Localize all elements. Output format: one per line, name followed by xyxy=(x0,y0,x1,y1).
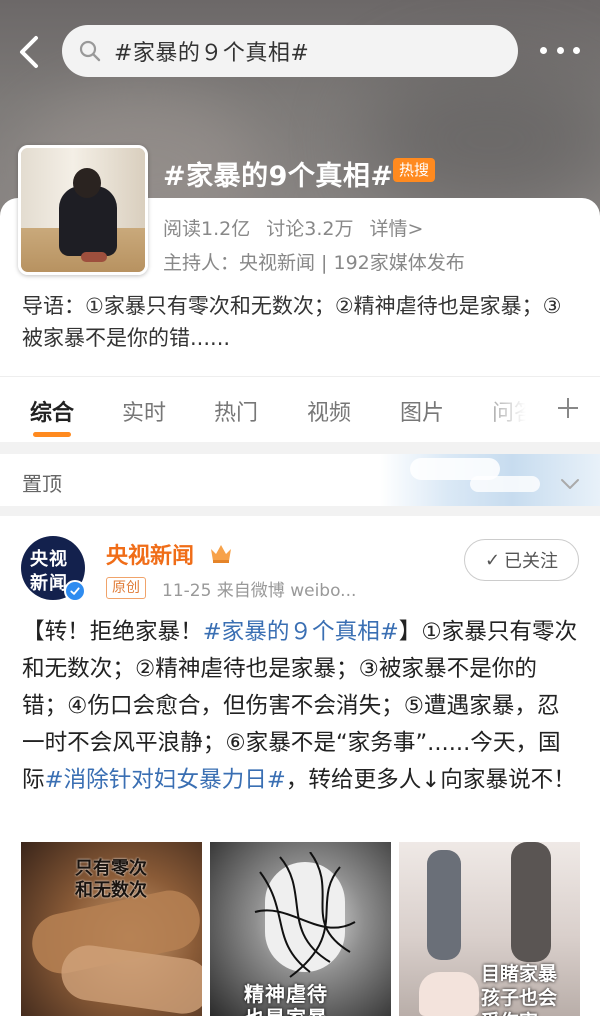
discussion-count: 讨论3.2万 xyxy=(266,218,354,240)
post-meta: 11-25 来自微博 weibo... xyxy=(162,581,357,601)
search-icon xyxy=(79,40,101,62)
search-query-text: #家暴的９个真相# xyxy=(114,41,310,66)
verified-badge-icon xyxy=(64,580,86,602)
post-image-3[interactable]: 目睹家暴 孩子也会 受伤害 xyxy=(399,842,580,1016)
cover-figure-shoe xyxy=(81,252,107,262)
following-label: 已关注 xyxy=(504,551,559,572)
image-caption: 精神虐待 也是家暴 xyxy=(244,982,328,1016)
image-figure-shape xyxy=(511,842,551,962)
hot-search-badge: 热搜 xyxy=(393,158,436,182)
section-divider xyxy=(0,506,600,516)
image-caption: 只有零次 和无数次 xyxy=(75,858,147,901)
active-tab-indicator xyxy=(33,432,71,437)
cover-figure-head xyxy=(73,168,101,198)
tab-hot[interactable]: 热门 xyxy=(214,395,258,427)
search-bar[interactable]: #家暴的９个真相# xyxy=(62,25,518,77)
image-child-shape xyxy=(419,972,479,1016)
vip-crown-icon xyxy=(211,545,231,563)
feed-tabs: 综合 实时 热门 视频 图片 问答 xyxy=(0,376,600,443)
hashtag-link[interactable]: #消除针对妇女暴力日# xyxy=(45,767,286,793)
avatar-logo-text: 新闻 xyxy=(30,573,68,594)
more-dot-icon xyxy=(573,46,580,54)
details-link[interactable]: 详情> xyxy=(370,218,424,240)
cloud-decoration xyxy=(470,476,540,492)
original-tag: 原创 xyxy=(106,577,146,599)
back-arrow-icon xyxy=(20,36,38,68)
tab-comprehensive[interactable]: 综合 xyxy=(30,395,74,427)
image-hair-lines xyxy=(254,852,356,978)
tab-realtime[interactable]: 实时 xyxy=(122,395,166,427)
chevron-down-icon[interactable] xyxy=(558,474,582,494)
header-blur-shape xyxy=(360,60,600,220)
tab-pictures[interactable]: 图片 xyxy=(400,395,444,427)
image-caption: 目睹家暴 孩子也会 受伤害 xyxy=(481,963,558,1016)
pinned-label: 置顶 xyxy=(22,472,62,496)
topic-stats: 阅读1.2亿 讨论3.2万 详情> xyxy=(163,214,433,241)
topic-intro: 导语：①家暴只有零次和无数次；②精神虐待也是家暴；③被家暴不是你的错...... xyxy=(22,294,562,350)
check-icon: ✓ xyxy=(484,549,501,571)
topic-host-info: 主持人：央视新闻 | 192家媒体发布 xyxy=(163,252,465,274)
avatar-logo-text: 央视 xyxy=(30,549,68,570)
hashtag-link[interactable]: #家暴的９个真相# xyxy=(203,619,399,645)
following-button[interactable]: ✓ 已关注 xyxy=(464,539,579,581)
image-hand-shape xyxy=(57,941,202,1016)
section-divider xyxy=(0,442,600,454)
add-tab-icon[interactable] xyxy=(556,396,580,420)
post-text-segment: 【转！拒绝家暴！ xyxy=(22,619,203,645)
post-image-1[interactable]: 只有零次 和无数次 xyxy=(21,842,202,1016)
read-count: 阅读1.2亿 xyxy=(163,218,251,240)
tab-video[interactable]: 视频 xyxy=(307,395,351,427)
more-dot-icon xyxy=(540,46,547,54)
image-figure-shape xyxy=(427,850,461,960)
post-body: 【转！拒绝家暴！#家暴的９个真相#】①家暴只有零次和无数次；②精神虐待也是家暴；… xyxy=(22,614,580,799)
more-dot-icon xyxy=(556,46,564,54)
back-button[interactable] xyxy=(14,32,48,72)
more-options-button[interactable] xyxy=(540,40,580,60)
topic-title: #家暴的9个真相# xyxy=(163,161,394,192)
author-name[interactable]: 央视新闻 xyxy=(106,538,194,570)
pinned-bar[interactable]: 置顶 xyxy=(0,454,600,506)
tab-fade-overlay xyxy=(470,377,550,443)
post-text-segment: ，转给更多人↓向家暴说不！ xyxy=(285,767,576,793)
post-image-2[interactable]: 精神虐待 也是家暴 xyxy=(210,842,391,1016)
topic-cover-image xyxy=(18,145,148,275)
